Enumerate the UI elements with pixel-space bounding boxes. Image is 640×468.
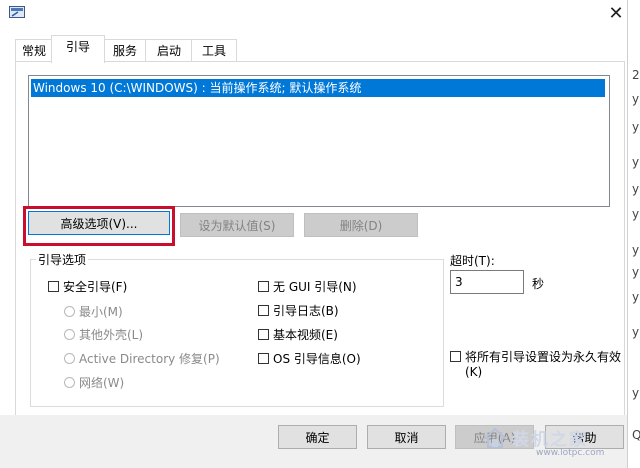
network-label: 网络(W) — [79, 376, 125, 390]
tab-startup[interactable]: 启动 — [145, 39, 193, 62]
delete-button[interactable]: 删除(D) — [304, 213, 418, 237]
active-directory-label: Active Directory 修复(P) — [79, 352, 220, 366]
edge-char: y — [632, 243, 640, 257]
edge-char: y — [632, 92, 640, 106]
os-list[interactable]: Windows 10 (C:\WINDOWS) : 当前操作系统; 默认操作系统 — [28, 75, 610, 207]
cancel-button[interactable]: 取消 — [367, 425, 446, 449]
watermark-url: www.lotpc.com — [536, 448, 605, 458]
title-bar — [0, 0, 640, 28]
watermark-logo-icon — [482, 426, 508, 450]
edge-char: y — [632, 182, 640, 196]
edge-char: 2 — [632, 68, 640, 82]
tab-services[interactable]: 服务 — [103, 39, 147, 62]
timeout-label: 超时(T): — [450, 254, 495, 268]
os-list-item-selected[interactable]: Windows 10 (C:\WINDOWS) : 当前操作系统; 默认操作系统 — [31, 79, 605, 97]
base-video-checkbox[interactable] — [258, 329, 269, 340]
minimal-label: 最小(M) — [79, 305, 123, 319]
background-window-edge: 2 y y y y y y y y y y Q — [627, 0, 640, 468]
edge-char: Q — [632, 428, 640, 442]
timeout-unit: 秒 — [532, 277, 545, 291]
advanced-options-button[interactable]: 高级选项(V)... — [28, 211, 170, 235]
boot-log-label: 引导日志(B) — [273, 304, 339, 318]
timeout-input[interactable]: 3 — [450, 270, 524, 294]
make-permanent-accesskey: (K) — [465, 365, 483, 379]
tab-general[interactable]: 常规 — [15, 39, 53, 62]
make-permanent-checkbox[interactable] — [450, 351, 461, 362]
edge-char: y — [632, 386, 640, 400]
boot-log-checkbox[interactable] — [258, 305, 269, 316]
no-gui-boot-label: 无 GUI 引导(N) — [273, 280, 357, 294]
alternate-shell-radio[interactable] — [64, 329, 75, 340]
no-gui-boot-checkbox[interactable] — [258, 281, 269, 292]
ok-button[interactable]: 确定 — [278, 425, 357, 449]
set-default-button[interactable]: 设为默认值(S) — [180, 213, 294, 237]
tab-boot[interactable]: 引导 — [51, 35, 105, 63]
edge-char: y — [632, 290, 640, 304]
base-video-label: 基本视频(E) — [273, 328, 338, 342]
os-boot-info-checkbox[interactable] — [258, 353, 269, 364]
edge-char: y — [632, 120, 640, 134]
edge-char: y — [632, 325, 640, 339]
edge-char: y — [632, 207, 640, 221]
minimal-radio[interactable] — [64, 306, 75, 317]
edge-char: y — [632, 265, 640, 279]
boot-options-title: 引导选项 — [36, 251, 89, 268]
active-directory-radio[interactable] — [64, 353, 75, 364]
edge-char: y — [632, 155, 640, 169]
alternate-shell-label: 其他外壳(L) — [79, 328, 144, 342]
msconfig-app-icon — [9, 6, 25, 20]
os-boot-info-label: OS 引导信息(O) — [273, 352, 361, 366]
watermark-text: 装机之家 — [512, 430, 588, 450]
close-icon[interactable]: ✕ — [604, 3, 628, 25]
make-permanent-label: 将所有引导设置设为永久有效 — [465, 350, 622, 364]
safe-boot-label: 安全引导(F) — [63, 280, 128, 294]
tab-tools[interactable]: 工具 — [191, 39, 237, 62]
safe-boot-checkbox[interactable] — [48, 281, 59, 292]
network-radio[interactable] — [64, 377, 75, 388]
